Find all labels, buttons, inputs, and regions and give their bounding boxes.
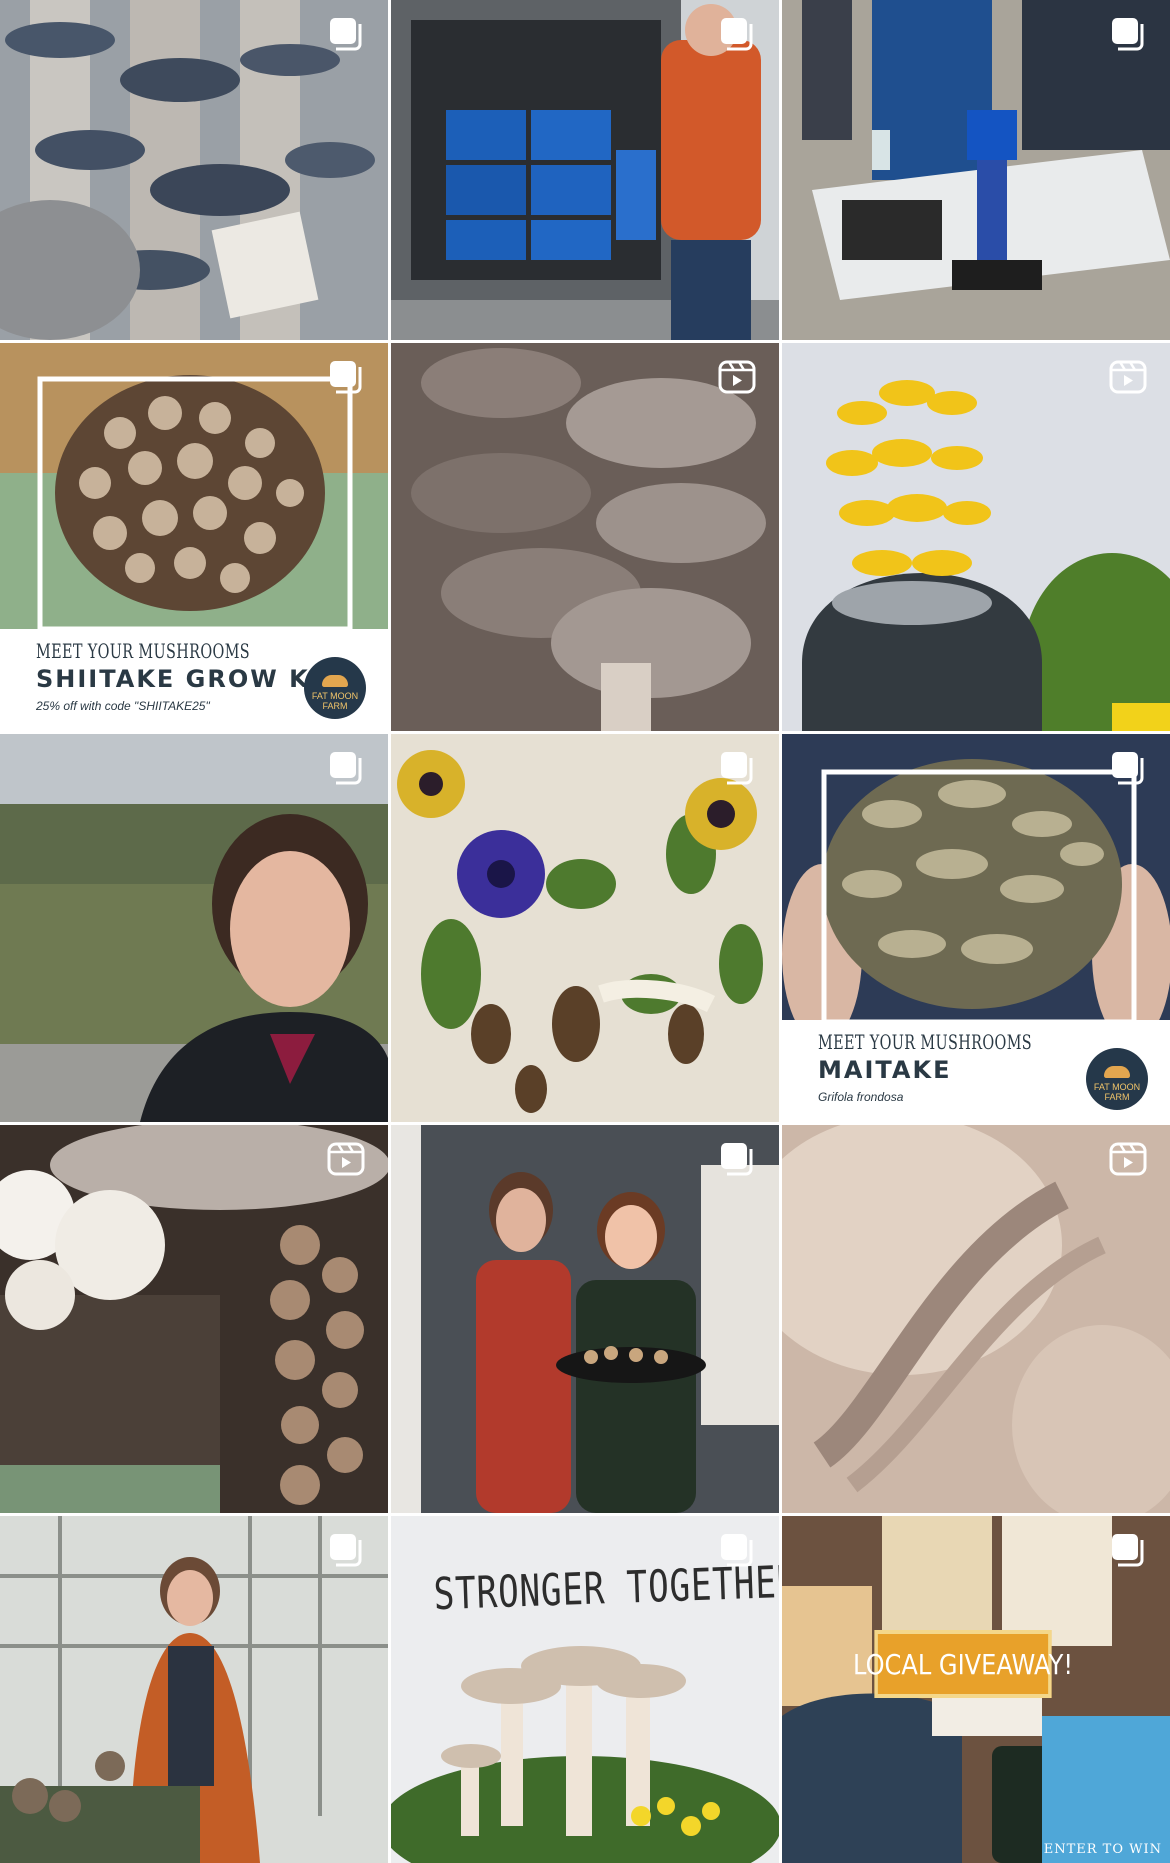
shiitake-closeup-photo <box>391 343 779 731</box>
promo-card-text: MEET YOUR MUSHROOMS SHIITAKE GROW KIT 25… <box>0 629 388 731</box>
carousel-icon <box>326 14 366 54</box>
promo-card-text: MEET YOUR MUSHROOMS MAITAKE Grifola fron… <box>782 1020 1170 1122</box>
post-tile-lions-mane-shiitake[interactable] <box>0 1125 388 1513</box>
post-tile-greenhouse[interactable] <box>0 1516 388 1863</box>
post-tile-golden-oyster[interactable] <box>782 343 1170 731</box>
lions-mane-photo <box>0 1125 388 1513</box>
reel-icon <box>1108 1139 1148 1179</box>
post-tile-van-delivery[interactable] <box>391 0 779 340</box>
reel-icon <box>1108 357 1148 397</box>
carousel-icon <box>717 748 757 788</box>
post-tile-maitake[interactable]: MEET YOUR MUSHROOMS MAITAKE Grifola fron… <box>782 734 1170 1122</box>
carousel-icon <box>326 748 366 788</box>
carousel-icon <box>717 14 757 54</box>
carousel-icon <box>1108 748 1148 788</box>
carousel-icon <box>326 1530 366 1570</box>
pansies-morels-photo <box>391 734 779 1122</box>
post-tile-oyster-mushrooms[interactable] <box>0 0 388 340</box>
post-tile-stronger-together[interactable]: STRONGER TOGETHER <box>391 1516 779 1863</box>
enter-to-win-text: ENTER TO WIN <box>1043 1842 1162 1857</box>
post-tile-local-giveaway[interactable]: LOCAL GIVEAWAY! ENTER TO WIN <box>782 1516 1170 1863</box>
post-tile-two-women-tray[interactable] <box>391 1125 779 1513</box>
post-grid: MEET YOUR MUSHROOMS SHIITAKE GROW KIT 25… <box>0 0 1170 1863</box>
two-women-photo <box>391 1125 779 1513</box>
carousel-icon <box>717 1530 757 1570</box>
post-tile-gills-closeup[interactable] <box>782 1125 1170 1513</box>
card-subtitle: 25% off with code "SHIITAKE25" <box>36 699 210 713</box>
fat-moon-farm-logo: FAT MOON FARM <box>1086 1048 1148 1110</box>
card-subtitle: Grifola frondosa <box>818 1090 904 1104</box>
local-giveaway-banner: LOCAL GIVEAWAY! <box>853 1630 1073 1698</box>
post-tile-selfie[interactable] <box>0 734 388 1122</box>
post-tile-microscope-table[interactable] <box>782 0 1170 340</box>
post-tile-pansies-morels[interactable] <box>391 734 779 1122</box>
card-kicker: MEET YOUR MUSHROOMS <box>818 1030 1033 1054</box>
reel-icon <box>717 357 757 397</box>
carousel-icon <box>717 1139 757 1179</box>
carousel-icon <box>1108 14 1148 54</box>
golden-oyster-photo <box>782 343 1170 731</box>
fat-moon-farm-logo: FAT MOON FARM <box>304 657 366 719</box>
stronger-together-title: STRONGER TOGETHER <box>432 1556 779 1621</box>
selfie-photo <box>0 734 388 1122</box>
gills-closeup-photo <box>782 1125 1170 1513</box>
reel-icon <box>326 1139 366 1179</box>
carousel-icon <box>1108 1530 1148 1570</box>
post-tile-shiitake-closeup[interactable] <box>391 343 779 731</box>
post-tile-shiitake-grow-kit[interactable]: MEET YOUR MUSHROOMS SHIITAKE GROW KIT 25… <box>0 343 388 731</box>
carousel-icon <box>326 357 366 397</box>
card-kicker: MEET YOUR MUSHROOMS <box>36 639 251 663</box>
